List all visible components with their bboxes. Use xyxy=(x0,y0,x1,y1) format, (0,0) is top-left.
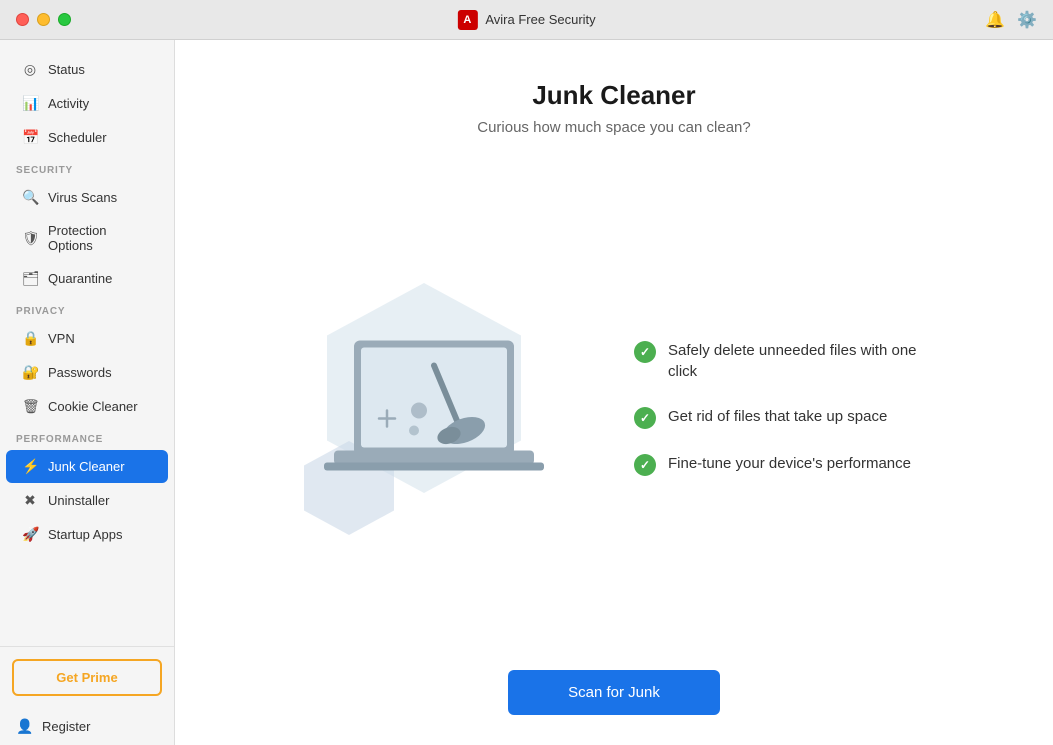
settings-icon[interactable]: ⚙️ xyxy=(1017,10,1037,30)
app-title: Avira Free Security xyxy=(485,12,595,27)
sidebar-item-startup-apps-label: Startup Apps xyxy=(48,527,122,542)
sidebar-item-uninstaller[interactable]: ✖ Uninstaller xyxy=(6,484,168,517)
app-body: ◎ Status 📊 Activity 📅 Scheduler SECURITY… xyxy=(0,40,1053,745)
titlebar-center: A Avira Free Security xyxy=(457,10,595,30)
activity-icon: 📊 xyxy=(22,95,38,112)
feature-text-3: Fine-tune your device's performance xyxy=(668,453,911,474)
sidebar-item-scheduler[interactable]: 📅 Scheduler xyxy=(6,121,168,154)
register-icon: 👤 xyxy=(16,718,32,735)
scheduler-icon: 📅 xyxy=(22,129,38,146)
feature-item-1: Safely delete unneeded files with one cl… xyxy=(634,340,934,382)
sidebar-item-scheduler-label: Scheduler xyxy=(48,130,107,145)
sidebar-item-vpn[interactable]: 🔒 VPN xyxy=(6,322,168,355)
features-list: Safely delete unneeded files with one cl… xyxy=(634,340,934,476)
sidebar-item-activity[interactable]: 📊 Activity xyxy=(6,87,168,120)
protection-options-icon: 🛡 xyxy=(22,230,38,247)
sidebar-item-passwords[interactable]: 🔐 Passwords xyxy=(6,356,168,389)
passwords-icon: 🔐 xyxy=(22,364,38,381)
sidebar-item-protection-options[interactable]: 🛡 Protection Options xyxy=(6,215,168,261)
sidebar-item-junk-cleaner-label: Junk Cleaner xyxy=(48,459,125,474)
junk-cleaner-icon: ⚡ xyxy=(22,458,38,475)
page-title: Junk Cleaner xyxy=(532,80,695,111)
page-subtitle: Curious how much space you can clean? xyxy=(477,119,751,136)
app-logo: A xyxy=(457,10,477,30)
feature-text-1: Safely delete unneeded files with one cl… xyxy=(668,340,934,382)
maximize-button[interactable] xyxy=(58,13,71,26)
cookie-cleaner-icon: 🗑 xyxy=(22,398,38,415)
close-button[interactable] xyxy=(16,13,29,26)
feature-check-1 xyxy=(634,341,656,363)
feature-check-2 xyxy=(634,407,656,429)
notifications-icon[interactable]: 🔔 xyxy=(985,10,1005,30)
main-content: Junk Cleaner Curious how much space you … xyxy=(175,40,1053,745)
feature-item-2: Get rid of files that take up space xyxy=(634,406,934,429)
sidebar: ◎ Status 📊 Activity 📅 Scheduler SECURITY… xyxy=(0,40,175,745)
minimize-button[interactable] xyxy=(37,13,50,26)
sidebar-item-junk-cleaner[interactable]: ⚡ Junk Cleaner xyxy=(6,450,168,483)
feature-item-3: Fine-tune your device's performance xyxy=(634,453,934,476)
content-area: Safely delete unneeded files with one cl… xyxy=(239,176,989,640)
sidebar-bottom: Get Prime xyxy=(0,646,174,708)
sidebar-item-cookie-cleaner-label: Cookie Cleaner xyxy=(48,399,138,414)
sidebar-item-cookie-cleaner[interactable]: 🗑 Cookie Cleaner xyxy=(6,390,168,423)
window-controls xyxy=(16,13,71,26)
sidebar-item-vpn-label: VPN xyxy=(48,331,75,346)
status-icon: ◎ xyxy=(22,61,38,78)
sidebar-item-virus-scans[interactable]: 🔍 Virus Scans xyxy=(6,181,168,214)
get-prime-button[interactable]: Get Prime xyxy=(12,659,162,696)
quarantine-icon: 🗂 xyxy=(22,270,38,287)
virus-scans-icon: 🔍 xyxy=(22,189,38,206)
titlebar-actions: 🔔 ⚙️ xyxy=(985,10,1037,30)
register-label: Register xyxy=(42,719,90,734)
illustration xyxy=(294,268,574,548)
sidebar-item-register[interactable]: 👤 Register xyxy=(0,708,174,745)
feature-check-3 xyxy=(634,454,656,476)
performance-section-label: PERFORMANCE xyxy=(0,424,174,449)
scan-button-container: Scan for Junk xyxy=(215,670,1013,715)
laptop-illustration xyxy=(319,321,549,496)
sidebar-item-quarantine-label: Quarantine xyxy=(48,271,112,286)
sidebar-item-quarantine[interactable]: 🗂 Quarantine xyxy=(6,262,168,295)
sidebar-item-protection-options-label: Protection Options xyxy=(48,223,152,253)
sidebar-item-activity-label: Activity xyxy=(48,96,89,111)
uninstaller-icon: ✖ xyxy=(22,492,38,509)
sidebar-item-status-label: Status xyxy=(48,62,85,77)
sidebar-top: ◎ Status 📊 Activity 📅 Scheduler SECURITY… xyxy=(0,40,174,560)
feature-text-2: Get rid of files that take up space xyxy=(668,406,887,427)
titlebar: A Avira Free Security 🔔 ⚙️ xyxy=(0,0,1053,40)
startup-apps-icon: 🚀 xyxy=(22,526,38,543)
sidebar-item-startup-apps[interactable]: 🚀 Startup Apps xyxy=(6,518,168,551)
scan-for-junk-button[interactable]: Scan for Junk xyxy=(508,670,720,715)
sidebar-item-passwords-label: Passwords xyxy=(48,365,112,380)
sidebar-item-status[interactable]: ◎ Status xyxy=(6,53,168,86)
sidebar-item-uninstaller-label: Uninstaller xyxy=(48,493,109,508)
vpn-icon: 🔒 xyxy=(22,330,38,347)
sidebar-item-virus-scans-label: Virus Scans xyxy=(48,190,117,205)
privacy-section-label: PRIVACY xyxy=(0,296,174,321)
security-section-label: SECURITY xyxy=(0,155,174,180)
